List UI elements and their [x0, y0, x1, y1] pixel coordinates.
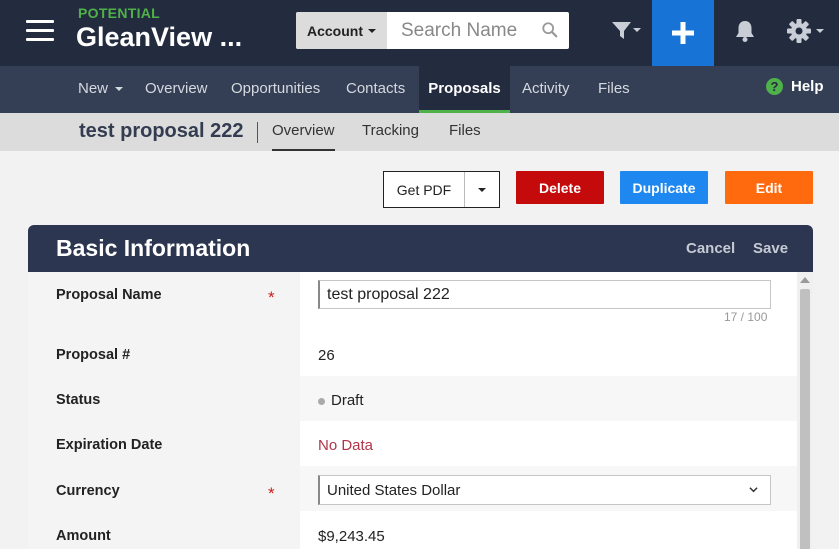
- tab-overview[interactable]: Overview: [272, 113, 335, 151]
- help-label: Help: [791, 78, 824, 95]
- currency-select[interactable]: United States Dollar: [318, 475, 771, 505]
- app-title[interactable]: GleanView ...: [76, 22, 242, 53]
- field-row-currency: Currency * United States Dollar: [28, 467, 797, 513]
- save-button[interactable]: Save: [753, 240, 788, 257]
- panel-scrollbar[interactable]: [797, 272, 813, 549]
- nav-proposals[interactable]: Proposals: [419, 66, 510, 113]
- caret-down-icon: [115, 87, 124, 92]
- nav-new[interactable]: New: [78, 66, 124, 113]
- search-bar: Account: [296, 12, 569, 49]
- record-header: test proposal 222 Overview Tracking File…: [0, 113, 839, 151]
- bell-icon[interactable]: [734, 19, 756, 43]
- expiration-date-value: No Data: [318, 437, 374, 454]
- main-nav: New Overview Opportunities Contacts Prop…: [0, 66, 839, 113]
- nav-opportunities[interactable]: Opportunities: [231, 66, 320, 113]
- account-dropdown-button[interactable]: Account: [296, 12, 387, 49]
- char-counter: 17 / 100: [724, 310, 768, 324]
- field-label: Proposal Name: [56, 287, 162, 303]
- delete-button[interactable]: Delete: [516, 171, 604, 204]
- field-row-proposal-number: Proposal # 26: [28, 332, 797, 377]
- add-button[interactable]: [652, 0, 714, 66]
- field-label: Amount: [56, 528, 111, 544]
- field-label: Expiration Date: [56, 437, 163, 453]
- status-dot-icon: [318, 397, 325, 405]
- scrollbar-thumb[interactable]: [800, 289, 810, 549]
- panel-header: Basic Information Cancel Save: [28, 225, 813, 272]
- panel-title: Basic Information: [56, 235, 251, 261]
- plus-icon: [672, 22, 694, 44]
- get-pdf-button[interactable]: Get PDF: [384, 172, 464, 207]
- scroll-up-arrow-icon[interactable]: [800, 277, 810, 283]
- pdf-options-toggle[interactable]: [464, 172, 499, 207]
- field-label: Status: [56, 392, 101, 408]
- required-mark: *: [268, 288, 275, 307]
- help-icon: ?: [766, 78, 783, 95]
- app-subtitle: POTENTIAL: [78, 5, 161, 21]
- field-row-status: Status Draft: [28, 377, 797, 422]
- nav-overview[interactable]: Overview: [145, 66, 208, 113]
- account-dropdown-label: Account: [307, 22, 363, 39]
- proposal-number-value: 26: [318, 347, 335, 364]
- nav-activity[interactable]: Activity: [522, 66, 570, 113]
- proposal-name-input[interactable]: [318, 280, 771, 309]
- get-pdf-split-button: Get PDF: [383, 171, 500, 208]
- help-link[interactable]: ? Help: [766, 78, 824, 95]
- basic-information-panel: Basic Information Cancel Save Proposal N…: [28, 225, 813, 549]
- chevron-down-icon: [749, 487, 758, 493]
- required-mark: *: [268, 484, 275, 503]
- caret-down-icon: [368, 28, 376, 33]
- field-row-expiration-date: Expiration Date No Data: [28, 422, 797, 467]
- field-row-proposal-name: Proposal Name * 17 / 100: [28, 272, 797, 332]
- field-label: Currency: [56, 483, 120, 499]
- status-value: Draft: [318, 392, 364, 409]
- top-bar: POTENTIAL GleanView ... Account: [0, 0, 839, 66]
- cancel-button[interactable]: Cancel: [686, 240, 735, 257]
- amount-value: $9,243.45: [318, 528, 385, 545]
- tab-files[interactable]: Files: [449, 113, 481, 151]
- edit-button[interactable]: Edit: [725, 171, 813, 204]
- menu-icon[interactable]: [26, 20, 54, 42]
- field-row-amount: Amount $9,243.45: [28, 513, 797, 549]
- gear-icon[interactable]: [786, 18, 826, 44]
- search-icon[interactable]: [541, 21, 559, 39]
- search-input[interactable]: [387, 12, 537, 49]
- caret-down-icon: [478, 187, 486, 192]
- status-text: Draft: [331, 392, 364, 409]
- filter-icon[interactable]: [611, 19, 641, 43]
- tab-tracking[interactable]: Tracking: [362, 113, 419, 151]
- currency-selected-value: United States Dollar: [327, 481, 461, 499]
- divider: [257, 122, 258, 143]
- nav-new-label: New: [78, 80, 109, 97]
- duplicate-button[interactable]: Duplicate: [620, 171, 708, 204]
- nav-contacts[interactable]: Contacts: [346, 66, 405, 113]
- field-label: Proposal #: [56, 347, 131, 363]
- nav-files[interactable]: Files: [598, 66, 630, 113]
- record-title: test proposal 222: [79, 120, 244, 142]
